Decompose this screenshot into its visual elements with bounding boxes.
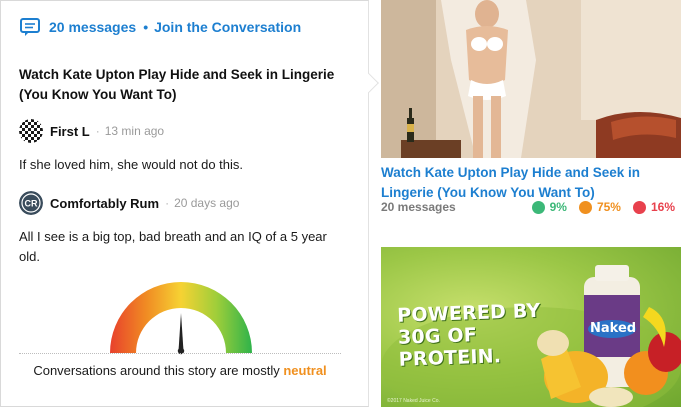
- reaction-value: 16%: [650, 200, 675, 214]
- comment-item: CR Comfortably Rum · 20 days ago All I s…: [19, 191, 349, 267]
- reaction-stats: 9% 75% 16%: [520, 200, 675, 214]
- avatar[interactable]: CR: [19, 191, 43, 215]
- ad-headline: POWERED BY 30G OF PROTEIN.: [397, 299, 559, 371]
- advertisement[interactable]: POWERED BY 30G OF PROTEIN. Naked ©2017 N…: [381, 247, 681, 407]
- comment-header: First L · 13 min ago: [19, 119, 349, 143]
- divider: [19, 353, 341, 354]
- chat-icon: [20, 18, 40, 36]
- comments-panel: 20 messages • Join the Conversation Watc…: [0, 0, 369, 407]
- related-story-title[interactable]: Watch Kate Upton Play Hide and Seek in L…: [381, 163, 681, 203]
- sentiment-prefix: Conversations around this story are most…: [33, 363, 284, 378]
- related-messages-count[interactable]: 20 messages: [381, 200, 456, 214]
- ad-brand: Naked: [590, 321, 637, 336]
- comment-time: 13 min ago: [104, 124, 165, 138]
- gauge-needle: [177, 313, 185, 355]
- reaction-sad: 16%: [632, 200, 675, 214]
- comment-text: All I see is a big top, bad breath and a…: [19, 229, 327, 264]
- avatar[interactable]: [19, 119, 43, 143]
- messages-count-link[interactable]: 20 messages: [49, 19, 136, 35]
- comment-header: CR Comfortably Rum · 20 days ago: [19, 191, 349, 215]
- reaction-happy: 9%: [531, 200, 567, 214]
- header-separator: •: [143, 19, 149, 35]
- conversation-header: 20 messages • Join the Conversation: [19, 16, 301, 38]
- related-story-image[interactable]: [381, 0, 681, 158]
- comment-item: First L · 13 min ago If she loved him, s…: [19, 119, 349, 175]
- sad-face-icon: [632, 200, 646, 214]
- reaction-value: 75%: [596, 200, 621, 214]
- neutral-face-icon: [578, 200, 592, 214]
- story-photo: [381, 0, 681, 158]
- avatar-monogram: CR: [25, 199, 38, 209]
- related-story-meta: 20 messages 9% 75% 16%: [381, 200, 681, 216]
- cr-monogram-avatar-icon: CR: [19, 191, 43, 215]
- story-title[interactable]: Watch Kate Upton Play Hide and Seek in L…: [19, 65, 349, 105]
- reaction-value: 9%: [549, 200, 567, 214]
- sentiment-summary: Conversations around this story are most…: [19, 363, 341, 378]
- reaction-neutral: 75%: [578, 200, 621, 214]
- sentiment-gauge: [110, 282, 252, 355]
- sentiment-mood: neutral: [283, 363, 327, 378]
- comment-time: 20 days ago: [174, 196, 240, 210]
- meta-separator: ·: [165, 196, 170, 210]
- ad-fine-print: ©2017 Naked Juice Co.: [387, 398, 440, 404]
- comment-author[interactable]: First L: [50, 124, 90, 139]
- join-conversation-link[interactable]: Join the Conversation: [154, 19, 301, 35]
- comment-author[interactable]: Comfortably Rum: [50, 196, 159, 211]
- checkered-avatar-icon: [19, 119, 43, 143]
- meta-separator: ·: [95, 124, 100, 138]
- comment-text: If she loved him, she would not do this.: [19, 157, 244, 172]
- happy-face-icon: [531, 200, 545, 214]
- ad-headline-line-2: 30G OF PROTEIN.: [397, 324, 502, 371]
